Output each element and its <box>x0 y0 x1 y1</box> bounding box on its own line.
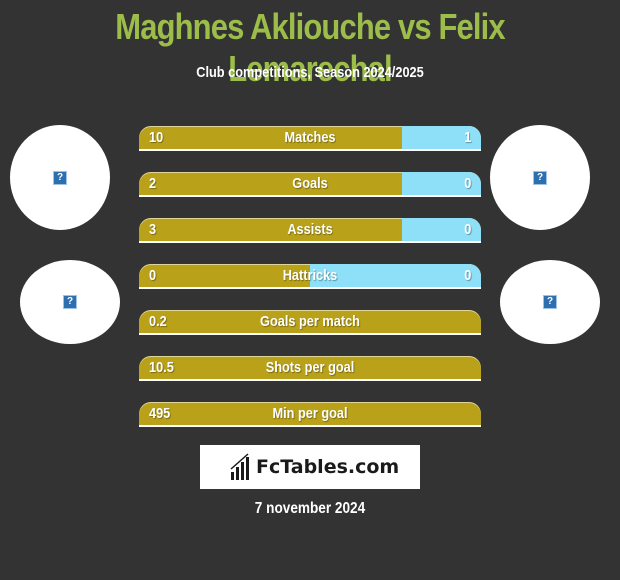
left-value: 3 <box>149 221 157 238</box>
stat-label: Goals <box>292 175 328 192</box>
stat-row-hattricks: 0 Hattricks 0 <box>139 264 481 289</box>
date-label: 7 november 2024 <box>254 500 366 517</box>
stat-label: Assists <box>287 221 333 238</box>
right-value: 0 <box>463 221 471 238</box>
left-value: 10 <box>149 129 164 146</box>
bar-chart-icon <box>230 453 249 480</box>
stat-row-goals: 2 Goals 0 <box>139 172 481 197</box>
stat-label: Goals per match <box>260 313 360 330</box>
club2-logo[interactable]: ? <box>500 260 600 344</box>
broken-image-icon: ? <box>533 170 547 185</box>
stat-row-min-per-goal: 495 Min per goal <box>139 402 481 427</box>
broken-image-icon: ? <box>543 295 557 309</box>
stat-row-shots-per-goal: 10.5 Shots per goal <box>139 356 481 381</box>
player2-avatar[interactable]: ? <box>490 125 590 230</box>
stat-label: Hattricks <box>282 267 338 284</box>
club1-logo[interactable]: ? <box>20 260 120 344</box>
broken-image-icon: ? <box>53 170 67 185</box>
left-value: 0 <box>149 267 157 284</box>
stat-label: Matches <box>284 129 336 146</box>
right-value: 0 <box>463 267 471 284</box>
stat-label: Shots per goal <box>265 359 355 376</box>
season-subtitle: Club competitions, Season 2024/2025 <box>196 64 424 81</box>
broken-image-icon: ? <box>63 295 77 309</box>
stat-row-goals-per-match: 0.2 Goals per match <box>139 310 481 335</box>
fctables-logo[interactable]: FcTables.com <box>200 445 420 489</box>
stat-row-matches: 10 Matches 1 <box>139 126 481 151</box>
left-value: 2 <box>149 175 157 192</box>
logo-text: FcTables.com <box>256 456 400 478</box>
player1-avatar[interactable]: ? <box>10 125 110 230</box>
stat-label: Min per goal <box>272 405 348 422</box>
right-value: 0 <box>463 175 471 192</box>
stat-row-assists: 3 Assists 0 <box>139 218 481 243</box>
right-value: 1 <box>463 129 471 146</box>
